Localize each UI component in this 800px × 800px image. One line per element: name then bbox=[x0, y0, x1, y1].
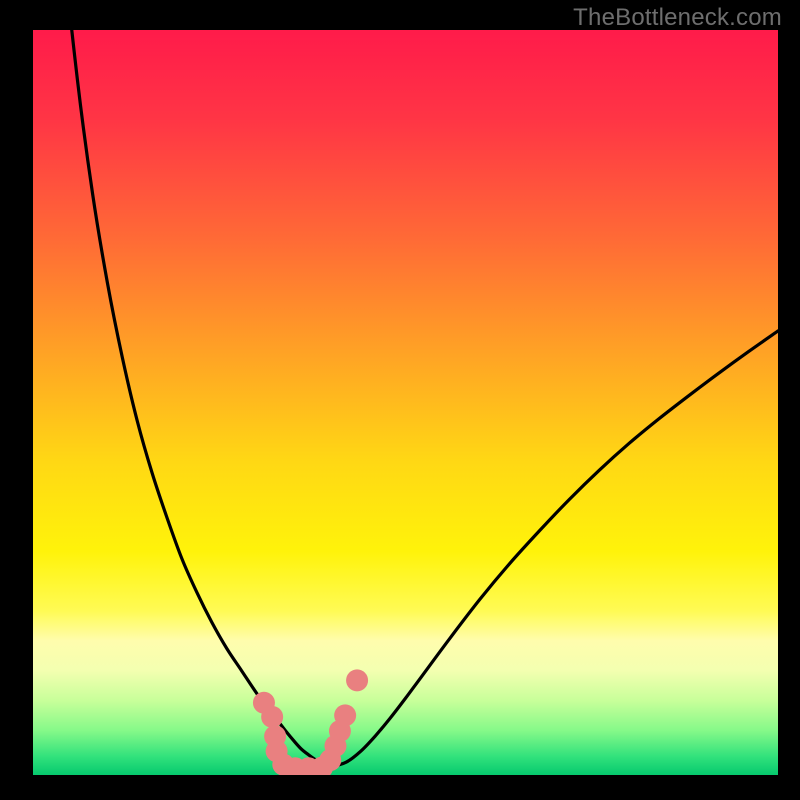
chart-frame: TheBottleneck.com bbox=[0, 0, 800, 800]
marker-dot bbox=[261, 706, 283, 728]
marker-dot bbox=[334, 704, 356, 726]
chart-svg bbox=[33, 30, 778, 775]
plot-area bbox=[33, 30, 778, 775]
watermark-text: TheBottleneck.com bbox=[573, 4, 782, 32]
gradient-background bbox=[33, 30, 778, 775]
marker-dot bbox=[346, 669, 368, 691]
